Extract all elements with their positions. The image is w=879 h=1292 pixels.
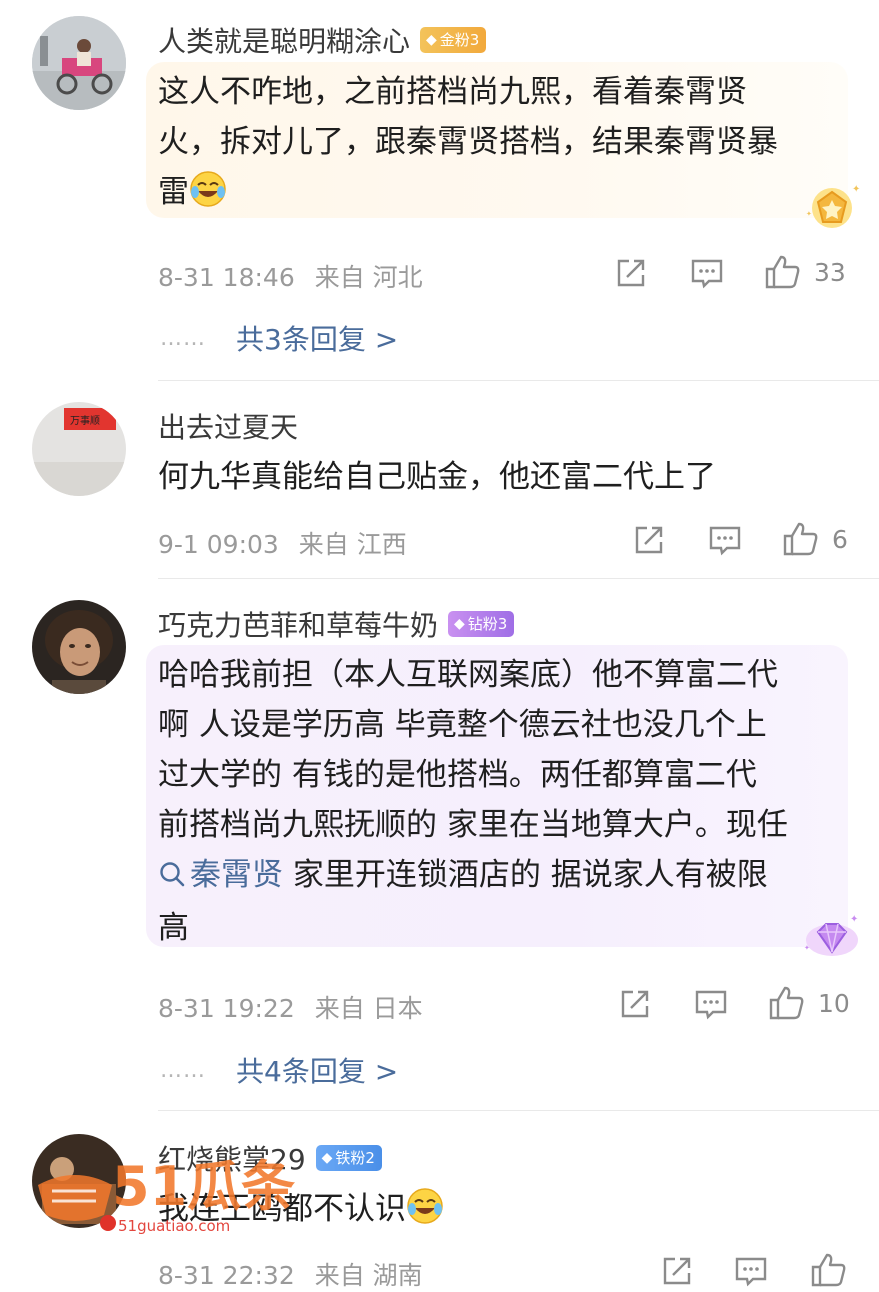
avatar[interactable] xyxy=(32,600,126,694)
thumbs-up-icon xyxy=(769,986,804,1020)
comment-meta: 8-31 22:32 来自 湖南 xyxy=(158,1261,423,1290)
divider xyxy=(158,578,879,579)
thumbs-up-icon xyxy=(783,522,818,556)
search-icon xyxy=(158,853,186,903)
share-icon xyxy=(617,259,645,287)
share-button[interactable] xyxy=(660,1254,694,1288)
view-replies-link[interactable]: …… 共3条回复 > xyxy=(160,318,398,358)
diamond-icon: ◆ xyxy=(454,616,465,632)
svg-text:✦: ✦ xyxy=(806,210,812,218)
like-count: 33 xyxy=(814,257,846,287)
comment-meta: 8-31 18:46 来自 河北 xyxy=(158,263,423,292)
share-icon xyxy=(621,990,649,1018)
view-replies-link[interactable]: …… 共4条回复 > xyxy=(160,1050,398,1090)
topic-search-link[interactable]: 秦霄贤 xyxy=(158,857,283,893)
laughing-tears-emoji-icon xyxy=(189,170,227,208)
like-button[interactable]: 6 xyxy=(782,521,848,557)
comment-icon xyxy=(691,259,723,289)
like-button[interactable] xyxy=(810,1252,848,1288)
share-button[interactable] xyxy=(618,987,652,1021)
fan-badge[interactable]: ◆ 钻粉3 xyxy=(448,611,515,637)
gem-icon: ◆ xyxy=(426,32,437,48)
comment-icon xyxy=(709,526,741,556)
thumbs-up-icon xyxy=(765,255,800,289)
fan-badge[interactable]: ◆ 铁粉2 xyxy=(315,1145,382,1171)
comment-icon xyxy=(735,1257,767,1287)
fan-badge[interactable]: ◆ 金粉3 xyxy=(420,27,487,53)
gold-medal-icon: ✦ ✦ xyxy=(800,180,864,236)
comment-button[interactable] xyxy=(694,987,728,1021)
thumbs-up-icon xyxy=(811,1253,846,1287)
share-button[interactable] xyxy=(614,256,648,290)
divider xyxy=(158,1110,879,1111)
svg-text:✦: ✦ xyxy=(850,914,858,925)
username[interactable]: 红烧熊掌29 xyxy=(158,1138,306,1178)
comment-button[interactable] xyxy=(734,1254,768,1288)
diamond-medal-icon: ✦ ✦ xyxy=(800,910,864,966)
share-button[interactable] xyxy=(632,523,666,557)
like-button[interactable]: 33 xyxy=(764,254,846,290)
comment-text: 我连王鸥都不认识 xyxy=(158,1184,444,1234)
share-icon xyxy=(663,1257,691,1285)
comment-meta: 8-31 19:22 来自 日本 xyxy=(158,994,423,1023)
svg-text:万事顺: 万事顺 xyxy=(70,414,100,427)
comment-text: 这人不咋地，之前搭档尚九熙，看着秦霄贤 火，拆对儿了，跟秦霄贤搭档，结果秦霄贤暴… xyxy=(158,74,778,210)
laughing-tears-emoji-icon xyxy=(406,1187,444,1225)
comment-icon xyxy=(695,990,727,1020)
comment-button[interactable] xyxy=(708,523,742,557)
username[interactable]: 人类就是聪明糊涂心 xyxy=(158,20,410,60)
comment-meta: 9-1 09:03 来自 江西 xyxy=(158,530,407,559)
avatar[interactable] xyxy=(32,1134,126,1228)
divider xyxy=(158,380,879,381)
share-icon xyxy=(635,526,663,554)
svg-text:✦: ✦ xyxy=(804,944,810,952)
username[interactable]: 巧克力芭菲和草莓牛奶 xyxy=(158,604,438,644)
diamond-icon: ◆ xyxy=(321,1150,333,1166)
svg-text:✦: ✦ xyxy=(852,184,860,195)
comment-button[interactable] xyxy=(690,256,724,290)
avatar[interactable] xyxy=(32,16,126,110)
avatar[interactable]: 万事顺 xyxy=(32,402,126,496)
comment-text: 何九华真能给自己贴金，他还富二代上了 xyxy=(158,459,716,495)
like-count: 6 xyxy=(832,524,848,554)
like-button[interactable]: 10 xyxy=(768,985,850,1021)
like-count: 10 xyxy=(818,988,850,1018)
username[interactable]: 出去过夏天 xyxy=(158,406,298,446)
comment-text: 哈哈我前担（本人互联网案底）他不算富二代 啊 人设是学历高 毕竟整个德云社也没几… xyxy=(158,657,788,946)
